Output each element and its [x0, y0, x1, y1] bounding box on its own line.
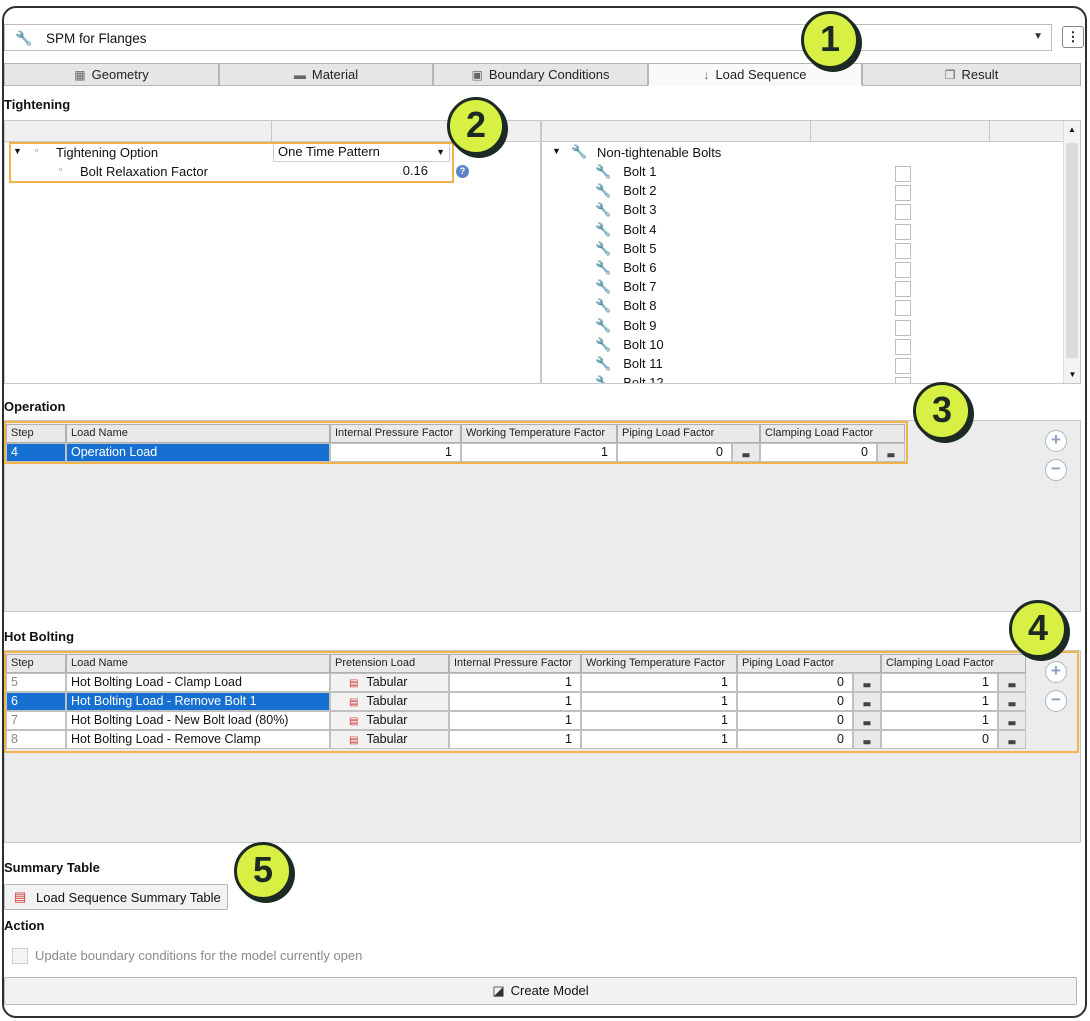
wrench-icon: 🔧 — [595, 356, 612, 371]
boundary-icon: ▣ — [471, 68, 483, 82]
material-icon: ▬ — [293, 68, 306, 82]
wrench-icon: 🔧 — [595, 336, 612, 352]
bolt-item: 🔧 Bolt 3 — [595, 202, 657, 218]
wrench-icon: 🔧 — [595, 279, 612, 295]
bolt-item: 🔧 Bolt 2 — [595, 183, 657, 199]
wrench-icon: 🔧 — [595, 317, 612, 333]
bolt-item: 🔧 Bolt 5 — [595, 240, 657, 256]
wrench-icon: 🔧 — [595, 240, 612, 256]
highlight-tightening — [9, 142, 454, 183]
operation-section-title: Operation — [4, 399, 66, 414]
tab-boundary-conditions[interactable]: ▣ Boundary Conditions — [433, 63, 648, 86]
bolt-checkbox[interactable] — [895, 319, 911, 336]
callout-3: 3 — [913, 382, 971, 440]
bolt-checkbox[interactable] — [895, 338, 911, 355]
bolt-item: 🔧 Bolt 1 — [595, 164, 657, 179]
update-bc-checkbox[interactable] — [12, 948, 28, 964]
wrench-icon: 🔧 — [15, 30, 33, 46]
table-icon: ▤ — [14, 889, 27, 904]
bolt-checkbox[interactable] — [895, 262, 911, 278]
tab-bar: ▦ Geometry ▬ Material ▣ Boundary Conditions… — [4, 63, 1081, 86]
callout-1: 1 — [801, 11, 859, 69]
add-operation-button[interactable]: + — [1045, 430, 1067, 452]
bolt-item: 🔧 Bolt 10 — [595, 336, 664, 352]
arrow-down-icon: ↓ — [703, 68, 710, 82]
bolt-item: 🔧 Bolt 6 — [595, 260, 657, 275]
bolt-checkbox[interactable] — [895, 204, 911, 221]
tightening-section-title: Tightening — [4, 97, 71, 112]
bolt-item: 🔧 Bolt 4 — [595, 221, 657, 237]
scrollbar[interactable]: ▲ ▼ — [1063, 121, 1080, 383]
wrench-icon: 🔧 — [595, 164, 612, 179]
scroll-thumb[interactable] — [1066, 143, 1078, 358]
bolt-checkbox[interactable] — [895, 223, 911, 240]
hot-bolting-section-title: Hot Bolting — [4, 629, 75, 644]
summary-table-button[interactable]: ▤ Load Sequence Summary Table — [4, 884, 228, 910]
app-title: SPM for Flanges — [46, 31, 147, 46]
wrench-icon: 🔧 — [595, 298, 612, 314]
bolt-checkbox[interactable] — [895, 358, 911, 374]
wrench-icon: 🔧 — [595, 260, 612, 275]
bolt-checkbox[interactable] — [895, 300, 911, 317]
callout-2: 2 — [447, 97, 505, 155]
create-model-button[interactable]: ◪ Create Model — [4, 977, 1077, 1005]
summary-section-title: Summary Table — [4, 860, 100, 875]
non-tightenable-bolts-panel: ▼ 🔧 Non-tightenable Bolts 🔧 Bolt 1 🔧 Bolt 2… — [541, 120, 1081, 384]
highlight-operation — [4, 421, 908, 464]
bolt-checkbox[interactable] — [895, 166, 911, 182]
model-icon: ◪ — [492, 983, 505, 998]
grid-icon: ▦ — [74, 68, 86, 82]
wrench-icon: 🔧 — [595, 202, 612, 218]
bolt-item: 🔧 Bolt 11 — [595, 356, 663, 371]
app-selector[interactable]: 🔧 SPM for Flanges ▼ — [4, 24, 1052, 51]
bolt-list: 🔧 Bolt 1 🔧 Bolt 2 🔧 Bolt 3 🔧 Bolt 4 🔧 Bolt 5 🔧 Bolt… — [542, 121, 1080, 383]
bolt-item: 🔧 Bolt 8 — [595, 298, 657, 314]
callout-5: 5 — [234, 842, 292, 900]
bolt-checkbox[interactable] — [895, 281, 911, 298]
remove-operation-button[interactable]: − — [1045, 459, 1067, 481]
bolt-item: 🔧 Bolt 9 — [595, 317, 657, 333]
tab-geometry[interactable]: ▦ Geometry — [4, 63, 219, 86]
scroll-down-icon[interactable]: ▼ — [1064, 370, 1081, 379]
wrench-icon: 🔧 — [595, 183, 612, 199]
bolt-checkbox[interactable] — [895, 242, 911, 259]
tab-result[interactable]: ❒ Result — [862, 63, 1081, 86]
bolt-checkbox[interactable] — [895, 377, 911, 383]
result-icon: ❒ — [944, 68, 956, 82]
action-section-title: Action — [4, 918, 45, 933]
bolt-item: 🔧 Bolt 12 — [595, 375, 925, 383]
main-window: 🔧 SPM for Flanges ▼ ⋮ ▦ Geometry ▬ Materia… — [2, 6, 1087, 1018]
bolt-checkbox[interactable] — [895, 185, 911, 202]
help-icon[interactable]: ? — [456, 165, 469, 178]
bolt-item: 🔧 Bolt 7 — [595, 279, 657, 295]
update-bc-label: Update boundary conditions for the model… — [35, 948, 363, 963]
wrench-icon: 🔧 — [595, 375, 612, 383]
more-menu-button[interactable]: ⋮ — [1062, 26, 1084, 48]
tab-material[interactable]: ▬ Material — [219, 63, 433, 86]
chevron-down-icon[interactable]: ▼ — [1033, 31, 1043, 42]
scroll-up-icon[interactable]: ▲ — [1064, 125, 1080, 134]
callout-4: 4 — [1009, 600, 1067, 658]
wrench-icon: 🔧 — [595, 221, 612, 237]
highlight-hot-bolting — [4, 651, 1079, 753]
